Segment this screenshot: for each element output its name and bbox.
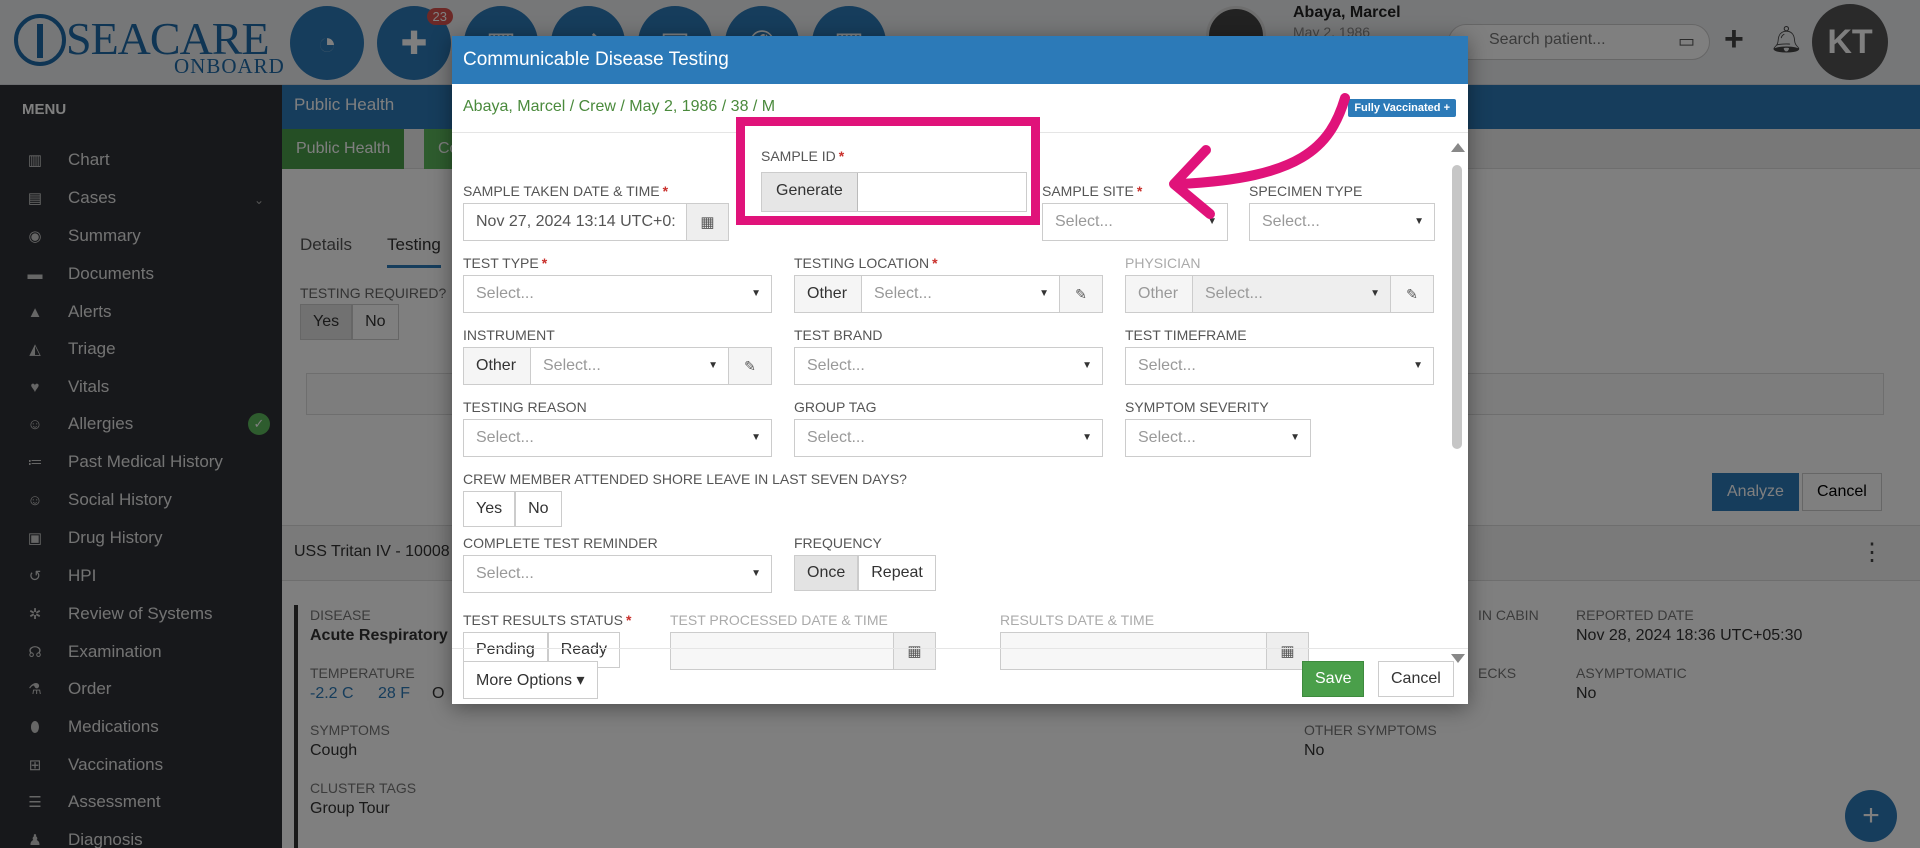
instrument-other-button[interactable]: Other [463,347,531,385]
test-type-label: TEST TYPE * [463,255,548,271]
physician-label: PHYSICIAN [1125,255,1201,271]
sample-taken-label: SAMPLE TAKEN DATE & TIME * [463,183,669,199]
caret-down-icon: ▼ [1082,432,1092,443]
more-options-button[interactable]: More Options ▾ [463,661,598,699]
caret-down-icon: ▼ [751,432,761,443]
modal-footer: More Options ▾ Save Cancel [452,648,1468,704]
results-status-label: TEST RESULTS STATUS * [463,612,632,628]
modal-patient-line: Abaya, Marcel / Crew / May 2, 1986 / 38 … [463,98,776,115]
sample-id-label: SAMPLE ID * [761,148,845,164]
testing-location-label: TESTING LOCATION * [794,255,938,271]
caret-down-icon: ▼ [751,288,761,299]
sample-site-label: SAMPLE SITE * [1042,183,1143,199]
frequency-repeat[interactable]: Repeat [858,555,936,591]
caret-down-icon: ▼ [708,360,718,371]
edit-icon[interactable]: ✎ [1390,275,1434,313]
calendar-icon[interactable]: ▦ [686,204,728,240]
testing-reason-label: TESTING REASON [463,399,587,415]
caret-down-icon: ▼ [1413,360,1423,371]
sample-id-highlight: SAMPLE ID * Generate [736,117,1040,225]
edit-icon[interactable]: ✎ [1059,275,1103,313]
generate-button[interactable]: Generate [762,173,858,211]
physician-other-button[interactable]: Other [1125,275,1193,313]
caret-down-icon: ▼ [1082,360,1092,371]
test-timeframe-label: TEST TIMEFRAME [1125,327,1247,343]
scrollbar-thumb[interactable] [1452,165,1462,449]
testing-location-other-button[interactable]: Other [794,275,862,313]
test-brand-label: TEST BRAND [794,327,883,343]
modal-title: Communicable Disease Testing [452,36,1468,84]
sample-taken-date-input[interactable]: Nov 27, 2024 13:14 UTC+0: ▦ [463,203,729,241]
sample-id-input[interactable]: Generate [761,172,1027,212]
caret-down-icon: ▼ [751,568,761,579]
results-date-label: RESULTS DATE & TIME [1000,612,1155,628]
instrument-label: INSTRUMENT [463,327,555,343]
processed-date-label: TEST PROCESSED DATE & TIME [670,612,888,628]
complete-reminder-select[interactable]: Select... ▼ [463,555,772,593]
symptom-severity-select[interactable]: Select... ▼ [1125,419,1311,457]
shore-leave-no[interactable]: No [515,491,562,527]
test-type-select[interactable]: Select... ▼ [463,275,772,313]
save-button[interactable]: Save [1302,661,1365,697]
caret-down-icon: ▼ [1370,288,1380,299]
annotation-arrow-icon [1169,93,1350,219]
instrument-select[interactable]: Select... ▼ [530,347,729,385]
frequency-toggle: Once Repeat [794,555,936,591]
test-brand-select[interactable]: Select... ▼ [794,347,1103,385]
physician-select[interactable]: Select... ▼ [1192,275,1391,313]
shore-leave-label: CREW MEMBER ATTENDED SHORE LEAVE IN LAST… [463,471,907,487]
test-timeframe-select[interactable]: Select... ▼ [1125,347,1434,385]
group-tag-select[interactable]: Select... ▼ [794,419,1103,457]
caret-down-icon: ▼ [1039,288,1049,299]
caret-down-icon: ▾ [576,672,585,689]
testing-reason-select[interactable]: Select... ▼ [463,419,772,457]
complete-reminder-label: COMPLETE TEST REMINDER [463,535,658,551]
cancel-button[interactable]: Cancel [1378,661,1454,697]
modal-scrollbar[interactable] [1450,143,1465,663]
caret-down-icon: ▼ [1290,432,1300,443]
scroll-up-arrow-icon[interactable] [1451,143,1465,152]
vaccination-status-badge[interactable]: Fully Vaccinated + [1348,99,1456,117]
symptom-severity-label: SYMPTOM SEVERITY [1125,399,1269,415]
shore-leave-toggle: Yes No [463,491,562,527]
group-tag-label: GROUP TAG [794,399,877,415]
caret-down-icon: ▼ [1414,216,1424,227]
frequency-label: FREQUENCY [794,535,882,551]
edit-icon[interactable]: ✎ [728,347,772,385]
testing-location-select[interactable]: Select... ▼ [861,275,1060,313]
shore-leave-yes[interactable]: Yes [463,491,516,527]
frequency-once[interactable]: Once [794,555,859,591]
